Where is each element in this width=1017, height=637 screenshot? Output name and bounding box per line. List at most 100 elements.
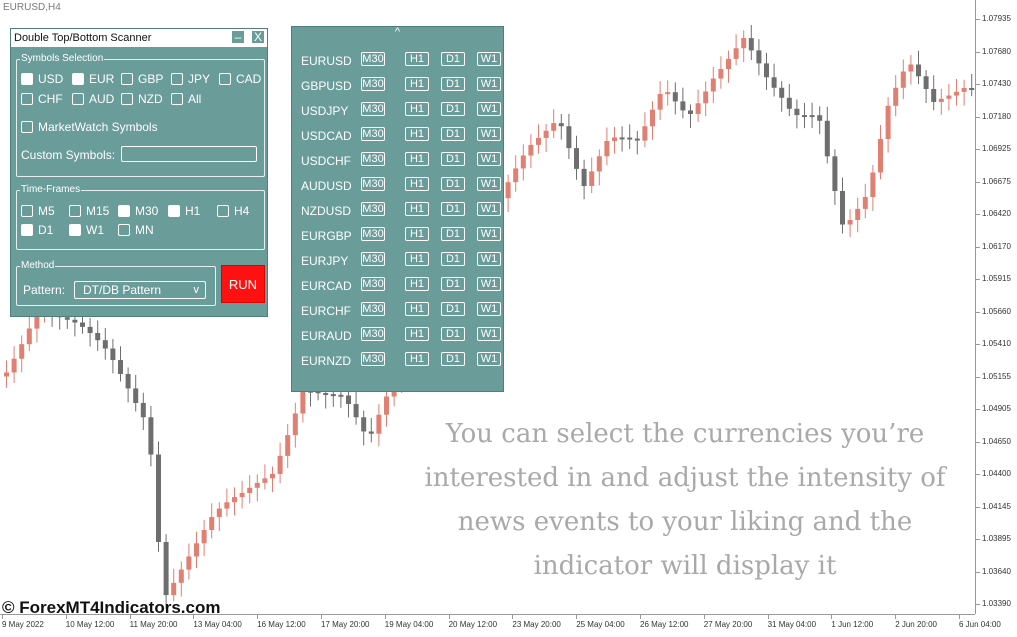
timeframe-button-m30[interactable]: M30 [361, 177, 385, 191]
currency-checkbox-cad[interactable]: CAD [219, 72, 261, 86]
currency-checkbox-usd[interactable]: USD [21, 72, 63, 86]
timeframe-button-m30[interactable]: M30 [361, 327, 385, 341]
checkbox-box[interactable] [121, 93, 133, 105]
timeframe-button-h1[interactable]: H1 [405, 352, 429, 366]
scanner-title-bar[interactable]: Double Top/Bottom Scanner – X [11, 29, 267, 47]
checkbox-box[interactable] [118, 205, 130, 217]
timeframe-button-m30[interactable]: M30 [361, 277, 385, 291]
timeframe-button-m30[interactable]: M30 [361, 202, 385, 216]
timeframe-button-m30[interactable]: M30 [361, 352, 385, 366]
timeframe-button-w1[interactable]: W1 [477, 52, 501, 66]
timeframe-button-d1[interactable]: D1 [441, 177, 465, 191]
checkbox-box[interactable] [21, 93, 33, 105]
currency-checkbox-all[interactable]: All [171, 92, 201, 106]
currency-checkbox-jpy[interactable]: JPY [171, 72, 210, 86]
checkbox-box[interactable] [69, 224, 81, 236]
checkbox-box[interactable] [217, 205, 229, 217]
checkbox-box[interactable] [21, 205, 33, 217]
timeframe-button-d1[interactable]: D1 [441, 102, 465, 116]
checkbox-box[interactable] [21, 73, 33, 85]
checkbox-box[interactable] [21, 224, 33, 236]
marketwatch-checkbox[interactable]: MarketWatch Symbols [21, 120, 158, 134]
checkbox-box[interactable] [72, 93, 84, 105]
checkbox-box[interactable] [69, 205, 81, 217]
checkbox-label: AUD [89, 92, 115, 106]
timeframe-checkbox-mn[interactable]: MN [118, 223, 154, 237]
currency-checkbox-nzd[interactable]: NZD [121, 92, 163, 106]
timeframe-checkbox-m30[interactable]: M30 [118, 204, 158, 218]
checkbox-box[interactable] [72, 73, 84, 85]
timeframe-button-w1[interactable]: W1 [477, 252, 501, 266]
timeframe-button-h1[interactable]: H1 [405, 227, 429, 241]
timeframe-button-h1[interactable]: H1 [405, 52, 429, 66]
checkbox-box[interactable] [219, 73, 231, 85]
timeframe-button-m30[interactable]: M30 [361, 52, 385, 66]
timeframe-button-m30[interactable]: M30 [361, 152, 385, 166]
checkbox-box[interactable] [171, 93, 183, 105]
pattern-select[interactable]: DT/DB Pattern v [74, 281, 206, 299]
timeframe-button-d1[interactable]: D1 [441, 277, 465, 291]
run-button[interactable]: RUN [221, 265, 265, 303]
timeframe-checkbox-m5[interactable]: M5 [21, 204, 55, 218]
timeframe-button-w1[interactable]: W1 [477, 227, 501, 241]
timeframe-button-m30[interactable]: M30 [361, 252, 385, 266]
close-button[interactable]: X [251, 30, 265, 44]
custom-symbols-label: Custom Symbols: [21, 148, 116, 162]
timeframe-button-w1[interactable]: W1 [477, 127, 501, 141]
checkbox-box[interactable] [118, 224, 130, 236]
timeframe-button-m30[interactable]: M30 [361, 127, 385, 141]
timeframe-button-w1[interactable]: W1 [477, 277, 501, 291]
timeframe-button-w1[interactable]: W1 [477, 177, 501, 191]
timeframe-button-d1[interactable]: D1 [441, 152, 465, 166]
timeframe-button-h1[interactable]: H1 [405, 277, 429, 291]
candle-body [764, 63, 769, 78]
currency-checkbox-gbp[interactable]: GBP [121, 72, 163, 86]
timeframe-button-h1[interactable]: H1 [405, 102, 429, 116]
timeframe-button-h1[interactable]: H1 [405, 202, 429, 216]
timeframe-button-m30[interactable]: M30 [361, 77, 385, 91]
timeframe-button-w1[interactable]: W1 [477, 152, 501, 166]
checkbox-box[interactable] [121, 73, 133, 85]
timeframe-button-h1[interactable]: H1 [405, 127, 429, 141]
timeframe-checkbox-m15[interactable]: M15 [69, 204, 109, 218]
timeframe-button-h1[interactable]: H1 [405, 252, 429, 266]
checkbox-box[interactable] [168, 205, 180, 217]
timeframe-button-d1[interactable]: D1 [441, 52, 465, 66]
timeframe-button-m30[interactable]: M30 [361, 227, 385, 241]
timeframe-button-d1[interactable]: D1 [441, 202, 465, 216]
minimize-button[interactable]: – [231, 30, 245, 44]
timeframe-button-m30[interactable]: M30 [361, 302, 385, 316]
timeframe-button-w1[interactable]: W1 [477, 202, 501, 216]
timeframe-button-d1[interactable]: D1 [441, 127, 465, 141]
collapse-toggle-icon[interactable]: ^ [292, 27, 503, 39]
timeframe-button-h1[interactable]: H1 [405, 77, 429, 91]
timeframe-button-h1[interactable]: H1 [405, 327, 429, 341]
timeframe-button-w1[interactable]: W1 [477, 327, 501, 341]
timeframe-button-d1[interactable]: D1 [441, 302, 465, 316]
currency-checkbox-chf[interactable]: CHF [21, 92, 63, 106]
timeframe-checkbox-h4[interactable]: H4 [217, 204, 249, 218]
timeframe-button-w1[interactable]: W1 [477, 77, 501, 91]
candle-body [923, 76, 929, 90]
timeframe-checkbox-d1[interactable]: D1 [21, 223, 53, 237]
marketwatch-checkbox-box[interactable] [21, 121, 33, 133]
time-axis-label: 1 Jun 12:00 [831, 620, 874, 629]
timeframe-button-w1[interactable]: W1 [477, 302, 501, 316]
timeframe-button-d1[interactable]: D1 [441, 352, 465, 366]
timeframe-button-w1[interactable]: W1 [477, 352, 501, 366]
timeframe-button-m30[interactable]: M30 [361, 102, 385, 116]
timeframe-button-d1[interactable]: D1 [441, 227, 465, 241]
currency-checkbox-aud[interactable]: AUD [72, 92, 114, 106]
timeframe-button-w1[interactable]: W1 [477, 102, 501, 116]
timeframe-button-d1[interactable]: D1 [441, 327, 465, 341]
custom-symbols-input[interactable] [121, 146, 257, 162]
checkbox-box[interactable] [171, 73, 183, 85]
currency-checkbox-eur[interactable]: EUR [72, 72, 114, 86]
timeframe-checkbox-w1[interactable]: W1 [69, 223, 104, 237]
timeframe-button-h1[interactable]: H1 [405, 302, 429, 316]
timeframe-checkbox-h1[interactable]: H1 [168, 204, 200, 218]
timeframe-button-d1[interactable]: D1 [441, 77, 465, 91]
timeframe-button-h1[interactable]: H1 [405, 152, 429, 166]
timeframe-button-d1[interactable]: D1 [441, 252, 465, 266]
timeframe-button-h1[interactable]: H1 [405, 177, 429, 191]
